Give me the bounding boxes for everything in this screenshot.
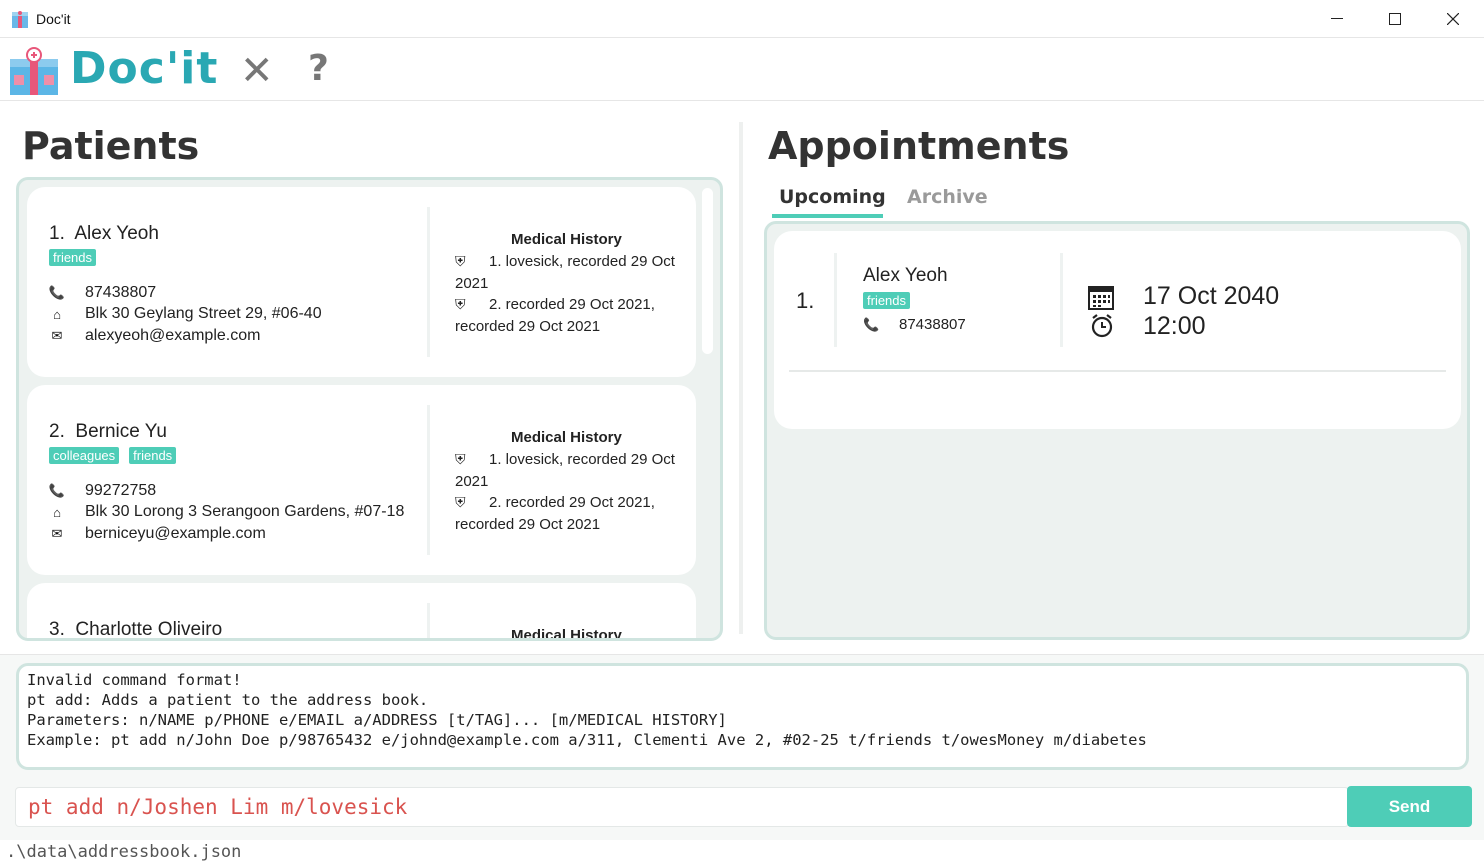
patient-phone-row: 📞 87438807 bbox=[48, 284, 157, 301]
column-divider[interactable] bbox=[739, 122, 743, 634]
patients-heading: Patients bbox=[22, 124, 200, 168]
medical-history-item: ⛨ 2. recorded 29 Oct 2021, recorded 29 Oc… bbox=[455, 491, 695, 536]
appointment-date: 17 Oct 2040 bbox=[1143, 282, 1280, 310]
email-icon: ✉ bbox=[51, 328, 63, 343]
shield-icon: ⛨ bbox=[455, 253, 466, 269]
window-titlebar: Doc'it bbox=[0, 0, 1484, 38]
medical-history-title: Medical History bbox=[511, 627, 622, 641]
patient-name: 1. Alex Yeoh bbox=[49, 223, 159, 244]
appointment-time: 12:00 bbox=[1143, 312, 1206, 340]
patient-card[interactable]: 2. Bernice Yu colleagues friends 📞 99272… bbox=[27, 385, 696, 575]
patient-tag: friends bbox=[49, 249, 97, 266]
minimize-icon[interactable] bbox=[1308, 0, 1366, 38]
result-text: Invalid command format! pt add: Adds a p… bbox=[27, 671, 1147, 749]
home-icon: ⌂ bbox=[53, 306, 61, 322]
appointment-patient-name: Alex Yeoh bbox=[863, 265, 948, 286]
patient-name: 2. Bernice Yu bbox=[49, 421, 167, 442]
appointment-tag-wrap: friends bbox=[863, 290, 911, 309]
appointment-index: 1. bbox=[796, 288, 815, 313]
patient-card[interactable]: 1. Alex Yeoh friends 📞 87438807 ⌂ Blk 30… bbox=[27, 187, 696, 377]
alarm-clock-icon bbox=[1090, 313, 1114, 343]
medical-history-title: Medical History bbox=[511, 231, 622, 248]
help-icon[interactable]: ? bbox=[308, 49, 329, 89]
phone-icon: 📞 bbox=[863, 316, 880, 332]
home-icon: ⌂ bbox=[53, 504, 61, 520]
tab-archive[interactable]: Archive bbox=[907, 186, 988, 208]
patient-card[interactable]: 3. Charlotte Oliveiro Medical History bbox=[27, 583, 696, 641]
shield-icon: ⛨ bbox=[455, 451, 466, 467]
phone-icon: 📞 bbox=[48, 285, 66, 300]
window-title: Doc'it bbox=[36, 10, 71, 27]
appointment-separator bbox=[789, 370, 1446, 372]
appointment-tag: friends bbox=[863, 292, 911, 309]
shield-icon: ⛨ bbox=[455, 296, 466, 312]
brand-title: Doc'it bbox=[70, 43, 219, 94]
patient-phone-row: 📞 99272758 bbox=[48, 482, 157, 499]
close-icon[interactable] bbox=[1424, 0, 1482, 38]
patient-tag: colleagues bbox=[49, 447, 120, 464]
close-app-icon[interactable]: ✕ bbox=[240, 51, 274, 91]
patient-address-row: ⌂ Blk 30 Geylang Street 29, #06-40 bbox=[49, 305, 322, 323]
medical-history-item: ⛨ 1. lovesick, recorded 29 Oct 2021 bbox=[455, 250, 695, 295]
appointment-phone-row: 📞 87438807 bbox=[863, 316, 966, 333]
calendar-icon bbox=[1088, 284, 1114, 314]
appointments-heading: Appointments bbox=[768, 124, 1070, 168]
app-icon bbox=[10, 9, 30, 29]
app-toolbar: Doc'it ✕ ? bbox=[0, 39, 1484, 101]
result-display[interactable]: Invalid command format! pt add: Adds a p… bbox=[16, 663, 1469, 770]
save-location: .\data\addressbook.json bbox=[6, 842, 242, 862]
patient-email-row: ✉ alexyeoh@example.com bbox=[49, 327, 261, 345]
active-tab-indicator bbox=[772, 214, 883, 218]
card-divider bbox=[427, 207, 430, 357]
patient-tag: friends bbox=[129, 447, 177, 464]
phone-icon: 📞 bbox=[48, 483, 66, 498]
tab-upcoming[interactable]: Upcoming bbox=[779, 186, 886, 208]
patient-address-row: ⌂ Blk 30 Lorong 3 Serangoon Gardens, #07… bbox=[49, 503, 404, 521]
patients-scrollbar[interactable] bbox=[702, 188, 713, 354]
maximize-icon[interactable] bbox=[1366, 0, 1424, 38]
patients-list[interactable]: 1. Alex Yeoh friends 📞 87438807 ⌂ Blk 30… bbox=[16, 177, 723, 641]
card-divider bbox=[427, 603, 430, 638]
patient-name: 3. Charlotte Oliveiro bbox=[49, 619, 223, 640]
command-input[interactable] bbox=[15, 787, 1349, 827]
card-divider bbox=[427, 405, 430, 555]
shield-icon: ⛨ bbox=[455, 494, 466, 510]
medical-history-item: ⛨ 2. recorded 29 Oct 2021, recorded 29 Oc… bbox=[455, 293, 695, 338]
medical-history-item: ⛨ 1. lovesick, recorded 29 Oct 2021 bbox=[455, 448, 695, 493]
card-divider bbox=[1060, 253, 1063, 347]
medical-history-title: Medical History bbox=[511, 429, 622, 446]
send-button[interactable]: Send bbox=[1347, 786, 1472, 827]
card-divider bbox=[834, 253, 837, 347]
email-icon: ✉ bbox=[51, 526, 63, 541]
docit-logo-icon bbox=[8, 47, 62, 97]
patient-email-row: ✉ berniceyu@example.com bbox=[49, 525, 266, 543]
